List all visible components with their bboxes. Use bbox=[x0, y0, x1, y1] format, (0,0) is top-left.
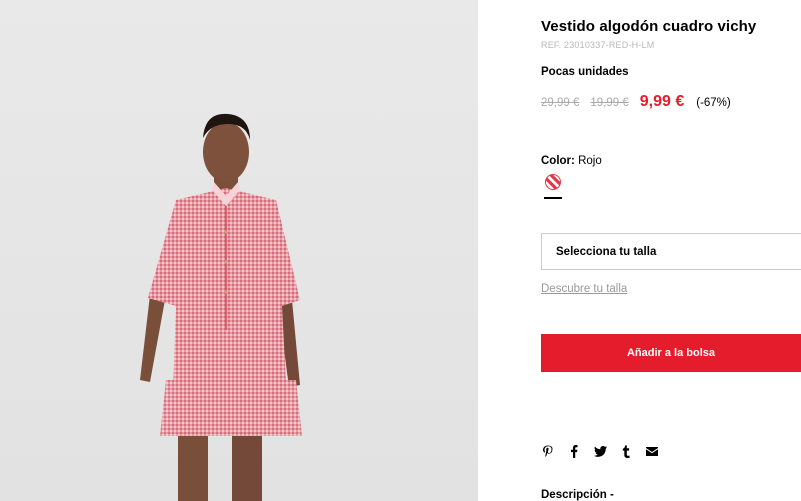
color-label-title: Color: bbox=[541, 155, 575, 167]
facebook-icon[interactable] bbox=[567, 444, 581, 458]
color-value: Rojo bbox=[578, 155, 602, 167]
original-price: 29,99 € bbox=[541, 97, 580, 109]
share-icons bbox=[541, 444, 671, 458]
discount-badge: (-67%) bbox=[696, 97, 731, 109]
stock-note: Pocas unidades bbox=[541, 66, 629, 78]
selected-swatch-indicator bbox=[544, 197, 562, 199]
product-ref: REF. 23010337-RED-H-LM bbox=[541, 40, 655, 50]
price-row: 29,99 € 19,99 € 9,99 € (-67%) bbox=[541, 93, 731, 111]
product-details: Vestido algodón cuadro vichy REF. 230103… bbox=[541, 0, 801, 501]
previous-price: 19,99 € bbox=[590, 97, 629, 109]
tumblr-icon[interactable] bbox=[619, 444, 633, 458]
model-figure bbox=[140, 113, 302, 501]
product-title: Vestido algodón cuadro vichy bbox=[541, 18, 757, 35]
size-select[interactable]: Selecciona tu talla bbox=[541, 233, 801, 270]
size-guide-link[interactable]: Descubre tu talla bbox=[541, 283, 627, 295]
email-icon[interactable] bbox=[645, 444, 659, 458]
twitter-icon[interactable] bbox=[593, 444, 607, 458]
current-price: 9,99 € bbox=[639, 93, 685, 110]
pinterest-icon[interactable] bbox=[541, 444, 555, 458]
product-image bbox=[0, 0, 478, 501]
color-label: Color: Rojo bbox=[541, 155, 602, 167]
add-to-bag-button[interactable]: Añadir a la bolsa bbox=[541, 334, 801, 372]
description-heading[interactable]: Descripción - bbox=[541, 489, 614, 501]
color-swatch-red[interactable] bbox=[545, 174, 561, 190]
